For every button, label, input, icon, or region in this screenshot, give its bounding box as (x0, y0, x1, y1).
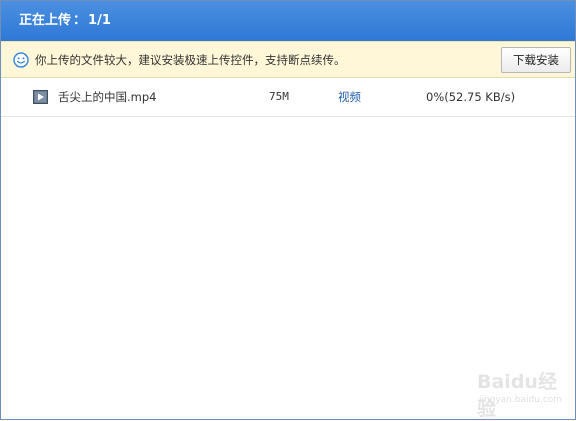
notice-bar: 你上传的文件较大，建议安装极速上传控件，支持断点续传。 (1, 41, 575, 78)
notice-text: 你上传的文件较大，建议安装极速上传控件，支持断点续传。 (35, 53, 346, 67)
upload-list-row[interactable]: 舌尖上的中国.mp4 75M 视频 0%(52.75 KB/s) (1, 78, 575, 117)
video-file-icon (33, 90, 48, 104)
upload-progress-text: 0%(52.75 KB/s) (426, 90, 516, 104)
upload-status-label: 正在上传 (19, 13, 72, 28)
file-size: 75M (269, 90, 289, 103)
baidu-jingyan-watermark: Baidu经验 jingyan.baidu.com (469, 365, 569, 420)
title-separator: ： (73, 13, 87, 28)
file-name: 舌尖上的中国.mp4 (58, 90, 157, 104)
file-type-link[interactable]: 视频 (338, 78, 361, 116)
upload-count: 1/1 (88, 13, 111, 28)
watermark-logo: Baidu经验 (477, 371, 557, 420)
watermark-url: jingyan.baidu.com (479, 395, 563, 405)
download-install-button[interactable]: 下载安装 (501, 47, 571, 73)
upload-dialog: 正在上传： 1/1 你上传的文件较大，建议安装极速上传控件，支持断点续传。 下载安… (0, 0, 576, 420)
dialog-titlebar[interactable]: 正在上传： 1/1 (1, 1, 575, 41)
smile-icon (13, 52, 29, 68)
